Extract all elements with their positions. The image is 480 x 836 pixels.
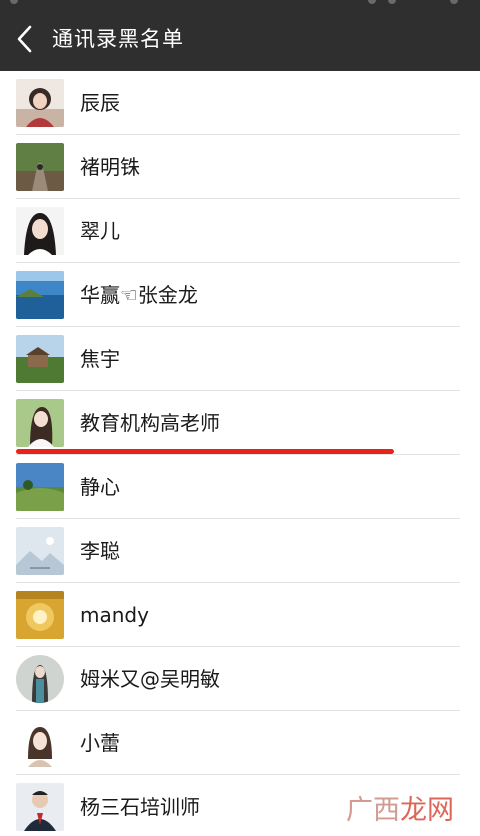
top-bar: 通讯录黑名单 bbox=[0, 0, 480, 71]
contact-name: 华赢☜张金龙 bbox=[80, 283, 198, 307]
contact-avatar bbox=[16, 207, 64, 255]
contact-name: 褚明铢 bbox=[80, 155, 140, 179]
contact-name: 教育机构高老师 bbox=[80, 411, 220, 435]
contact-name: 小蕾 bbox=[80, 731, 120, 755]
watermark-text: 龙网 bbox=[400, 795, 454, 826]
contact-row[interactable]: 焦宇 bbox=[0, 327, 480, 391]
contact-avatar bbox=[16, 335, 64, 383]
contact-row[interactable]: 小蕾 bbox=[0, 711, 480, 775]
contact-row[interactable]: 教育机构高老师 bbox=[0, 391, 480, 455]
contact-avatar bbox=[16, 527, 64, 575]
contact-avatar bbox=[16, 719, 64, 767]
contact-row[interactable]: 褚明铢 bbox=[0, 135, 480, 199]
contact-avatar bbox=[16, 783, 64, 831]
contact-row[interactable]: 辰辰 bbox=[0, 71, 480, 135]
status-icon bbox=[450, 0, 458, 4]
contact-name: 静心 bbox=[80, 475, 120, 499]
contact-row[interactable]: 翠儿 bbox=[0, 199, 480, 263]
contact-avatar bbox=[16, 655, 64, 703]
contact-row[interactable]: 静心 bbox=[0, 455, 480, 519]
status-icon bbox=[10, 0, 18, 4]
site-watermark: 广西龙网 bbox=[346, 788, 454, 827]
highlight-underline bbox=[16, 449, 394, 454]
chevron-left-icon bbox=[17, 25, 32, 53]
contact-name: 李聪 bbox=[80, 539, 120, 563]
contact-name: 杨三石培训师 bbox=[80, 795, 200, 819]
contact-avatar bbox=[16, 463, 64, 511]
contact-name: 辰辰 bbox=[80, 91, 120, 115]
contact-name: mandy bbox=[80, 603, 149, 627]
page-title: 通讯录黑名单 bbox=[52, 27, 184, 51]
contact-name: 姆米又@吴明敏 bbox=[80, 667, 220, 691]
contact-avatar bbox=[16, 143, 64, 191]
contact-name: 翠儿 bbox=[80, 219, 120, 243]
watermark-text: 广西 bbox=[346, 795, 400, 826]
contact-avatar bbox=[16, 79, 64, 127]
contact-row[interactable]: 李聪 bbox=[0, 519, 480, 583]
contact-avatar bbox=[16, 591, 64, 639]
status-icon bbox=[368, 0, 376, 4]
contact-avatar bbox=[16, 399, 64, 447]
back-button[interactable] bbox=[10, 22, 40, 56]
status-icon bbox=[388, 0, 396, 4]
contact-row[interactable]: 姆米又@吴明敏 bbox=[0, 647, 480, 711]
status-bar bbox=[0, 0, 480, 6]
contact-row[interactable]: 华赢☜张金龙 bbox=[0, 263, 480, 327]
contact-row[interactable]: mandy bbox=[0, 583, 480, 647]
contact-avatar bbox=[16, 271, 64, 319]
contact-name: 焦宇 bbox=[80, 347, 120, 371]
